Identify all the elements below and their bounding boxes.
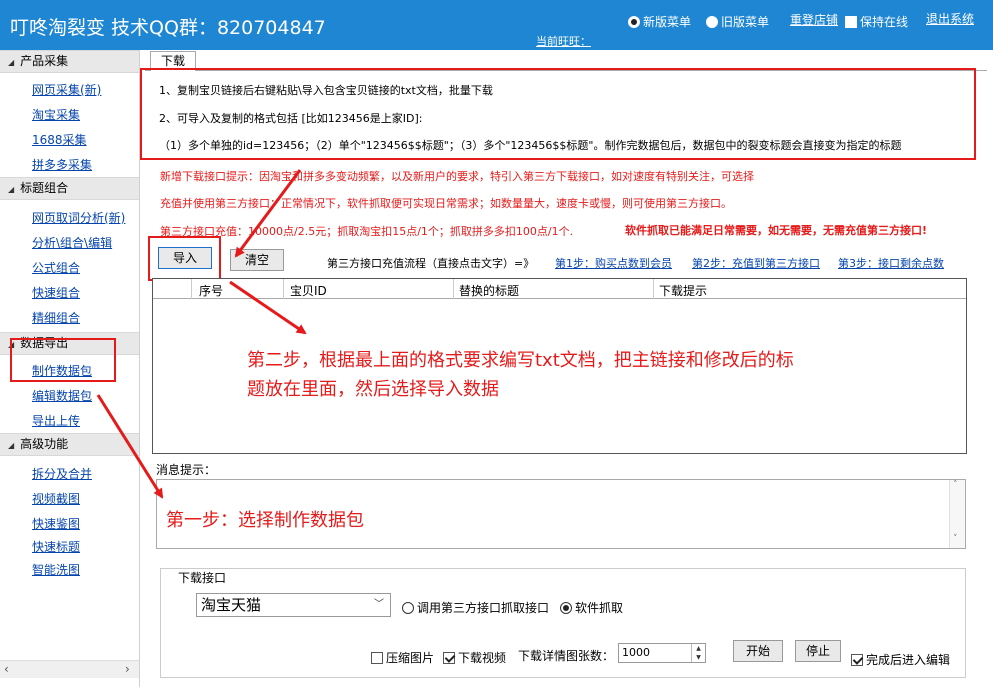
triangle-down-icon: ◢ — [8, 185, 15, 194]
third-party-radio[interactable]: 调用第三方接口抓取接口 — [402, 599, 549, 616]
menu-old-radio[interactable]: 旧版菜单 — [706, 13, 769, 30]
start-button[interactable]: 开始 — [733, 640, 783, 662]
message-scrollbar[interactable]: ˄ ˅ — [949, 480, 965, 548]
annotation-step2-line1: 第二步，根据最上面的格式要求编写txt文档，把主链接和修改后的标 — [247, 350, 794, 371]
radio-unchecked-icon — [706, 16, 718, 28]
sidebar-item-smart-image-wash[interactable]: 智能洗图 — [32, 561, 80, 578]
sidebar-item-edit-package[interactable]: 编辑数据包 — [32, 387, 92, 404]
column-header-item-id[interactable]: 宝贝ID — [290, 282, 327, 299]
scroll-down-icon[interactable]: ˅ — [953, 534, 958, 544]
column-header-download-hint[interactable]: 下载提示 — [659, 282, 707, 299]
info-line-3: （1）多个单独的id=123456；（2）单个"123456$$标题"；（3）多… — [159, 139, 902, 152]
sidebar-item-split-merge[interactable]: 拆分及合并 — [32, 465, 92, 482]
exit-link[interactable]: 退出系统 — [926, 10, 974, 27]
detail-count-stepper[interactable]: 1000 ▲ ▼ — [618, 643, 706, 663]
chevron-down-icon: ﹀ — [374, 599, 384, 610]
triangle-down-icon: ◢ — [8, 58, 15, 67]
sidebar-horizontal-scrollbar[interactable]: ‹ › — [0, 660, 139, 678]
radio-checked-icon — [560, 602, 572, 614]
sidebar-item-quick-image-check[interactable]: 快速鉴图 — [32, 515, 80, 532]
annotation-step2-line2: 题放在里面，然后选择导入数据 — [247, 379, 499, 400]
sidebar-item-video-capture[interactable]: 视频截图 — [32, 490, 80, 507]
sidebar-item-web-collect[interactable]: 网页采集(新) — [32, 81, 101, 98]
sidebar-item-word-analysis[interactable]: 网页取词分析(新) — [32, 209, 125, 226]
step2-link[interactable]: 第2步：充值到第三方接口 — [692, 255, 820, 271]
table-header: 序号 宝贝ID 替换的标题 下载提示 — [153, 279, 966, 299]
radio-checked-icon — [628, 16, 640, 28]
column-separator — [453, 279, 454, 299]
info-line-1: 1、复制宝贝链接后右键粘贴\导入包含宝贝链接的txt文档，批量下载 — [159, 84, 493, 97]
sidebar-group-title[interactable]: ◢ 标题组合 — [0, 177, 139, 200]
column-separator — [283, 279, 284, 299]
detail-count-value: 1000 — [622, 646, 650, 659]
scroll-up-icon[interactable]: ˄ — [953, 480, 958, 490]
stepper-arrows-icon[interactable]: ▲ ▼ — [691, 644, 705, 662]
sidebar-item-analyze-combine-edit[interactable]: 分析\组合\编辑 — [32, 234, 112, 251]
highlight-box-make-package — [10, 338, 116, 382]
platform-select[interactable]: 淘宝天猫 ﹀ — [196, 593, 391, 617]
sidebar-item-taobao-collect[interactable]: 淘宝采集 — [32, 106, 80, 123]
step3-link[interactable]: 第3步：接口剩余点数 — [838, 255, 944, 271]
format-info-box: 1、复制宝贝链接后右键粘贴\导入包含宝贝链接的txt文档，批量下载 2、可导入及… — [140, 68, 976, 160]
notice-line-3: 第三方接口充值：10000点/2.5元；抓取淘宝扣15点/1个；抓取拼多多扣10… — [160, 225, 574, 238]
import-button[interactable]: 导入 — [158, 247, 212, 269]
message-label: 消息提示： — [156, 463, 217, 477]
sidebar-item-quick-combine[interactable]: 快速组合 — [32, 284, 80, 301]
scroll-right-icon[interactable]: › — [125, 662, 130, 676]
checkbox-icon — [845, 16, 857, 28]
sidebar-item-export-upload[interactable]: 导出上传 — [32, 412, 80, 429]
step1-link[interactable]: 第1步：购买点数到会员 — [555, 255, 672, 271]
radio-unchecked-icon — [402, 602, 414, 614]
download-interface-legend: 下载接口 — [175, 569, 230, 586]
stop-button[interactable]: 停止 — [795, 640, 841, 662]
platform-select-value: 淘宝天猫 — [201, 596, 262, 614]
checkbox-checked-icon — [851, 654, 863, 666]
app-title: 叮咚淘裂变 技术QQ群：820704847 — [10, 17, 326, 39]
sidebar-item-1688-collect[interactable]: 1688采集 — [32, 131, 87, 148]
software-fetch-radio[interactable]: 软件抓取 — [560, 599, 623, 616]
clear-button[interactable]: 清空 — [230, 249, 284, 271]
sidebar-item-formula-combine[interactable]: 公式组合 — [32, 259, 80, 276]
notice-line-2: 充值并使用第三方接口；正常情况下，软件抓取便可实现日常需求；如数量量大，速度卡或… — [160, 197, 732, 210]
detail-count-label: 下载详情图张数： — [518, 649, 615, 663]
triangle-down-icon: ◢ — [8, 441, 15, 450]
sidebar-item-pdd-collect[interactable]: 拼多多采集 — [32, 156, 92, 173]
checkbox-checked-icon — [443, 652, 455, 664]
scroll-left-icon[interactable]: ‹ — [4, 662, 9, 676]
sidebar-group-collect[interactable]: ◢ 产品采集 — [0, 50, 139, 73]
current-wangwang: 当前旺旺： — [536, 35, 591, 48]
sidebar-group-advanced[interactable]: ◢ 高级功能 — [0, 433, 139, 456]
column-header-index[interactable]: 序号 — [199, 282, 223, 299]
sidebar-item-quick-title[interactable]: 快速标题 — [32, 538, 80, 555]
notice-line-1: 新增下载接口提示：因淘宝和拼多多变动频繁，以及新用户的要求，特引入第三方下载接口… — [160, 170, 754, 183]
title-bar: 叮咚淘裂变 技术QQ群：820704847 新版菜单 旧版菜单 重登店铺 保持在… — [0, 0, 993, 50]
compress-image-checkbox[interactable]: 压缩图片 — [371, 649, 434, 666]
flow-label: 第三方接口充值流程（直接点击文字）=》 — [327, 257, 535, 270]
checkbox-icon — [371, 652, 383, 664]
notice-bold: 软件抓取已能满足日常需要，如无需要，无需充值第三方接口! — [625, 224, 928, 237]
keep-online-checkbox[interactable]: 保持在线 — [845, 13, 908, 30]
relogin-link[interactable]: 重登店铺 — [790, 11, 838, 28]
enter-edit-checkbox[interactable]: 完成后进入编辑 — [851, 651, 950, 668]
annotation-step1: 第一步：选择制作数据包 — [166, 510, 364, 531]
column-separator — [653, 279, 654, 299]
menu-new-radio[interactable]: 新版菜单 — [628, 13, 691, 30]
download-video-checkbox[interactable]: 下载视频 — [443, 649, 506, 666]
sidebar-item-fine-combine[interactable]: 精细组合 — [32, 309, 80, 326]
info-line-2: 2、可导入及复制的格式包括 [比如123456是上家ID]: — [159, 112, 423, 125]
column-header-replace-title[interactable]: 替换的标题 — [459, 282, 519, 299]
column-separator — [191, 279, 192, 299]
